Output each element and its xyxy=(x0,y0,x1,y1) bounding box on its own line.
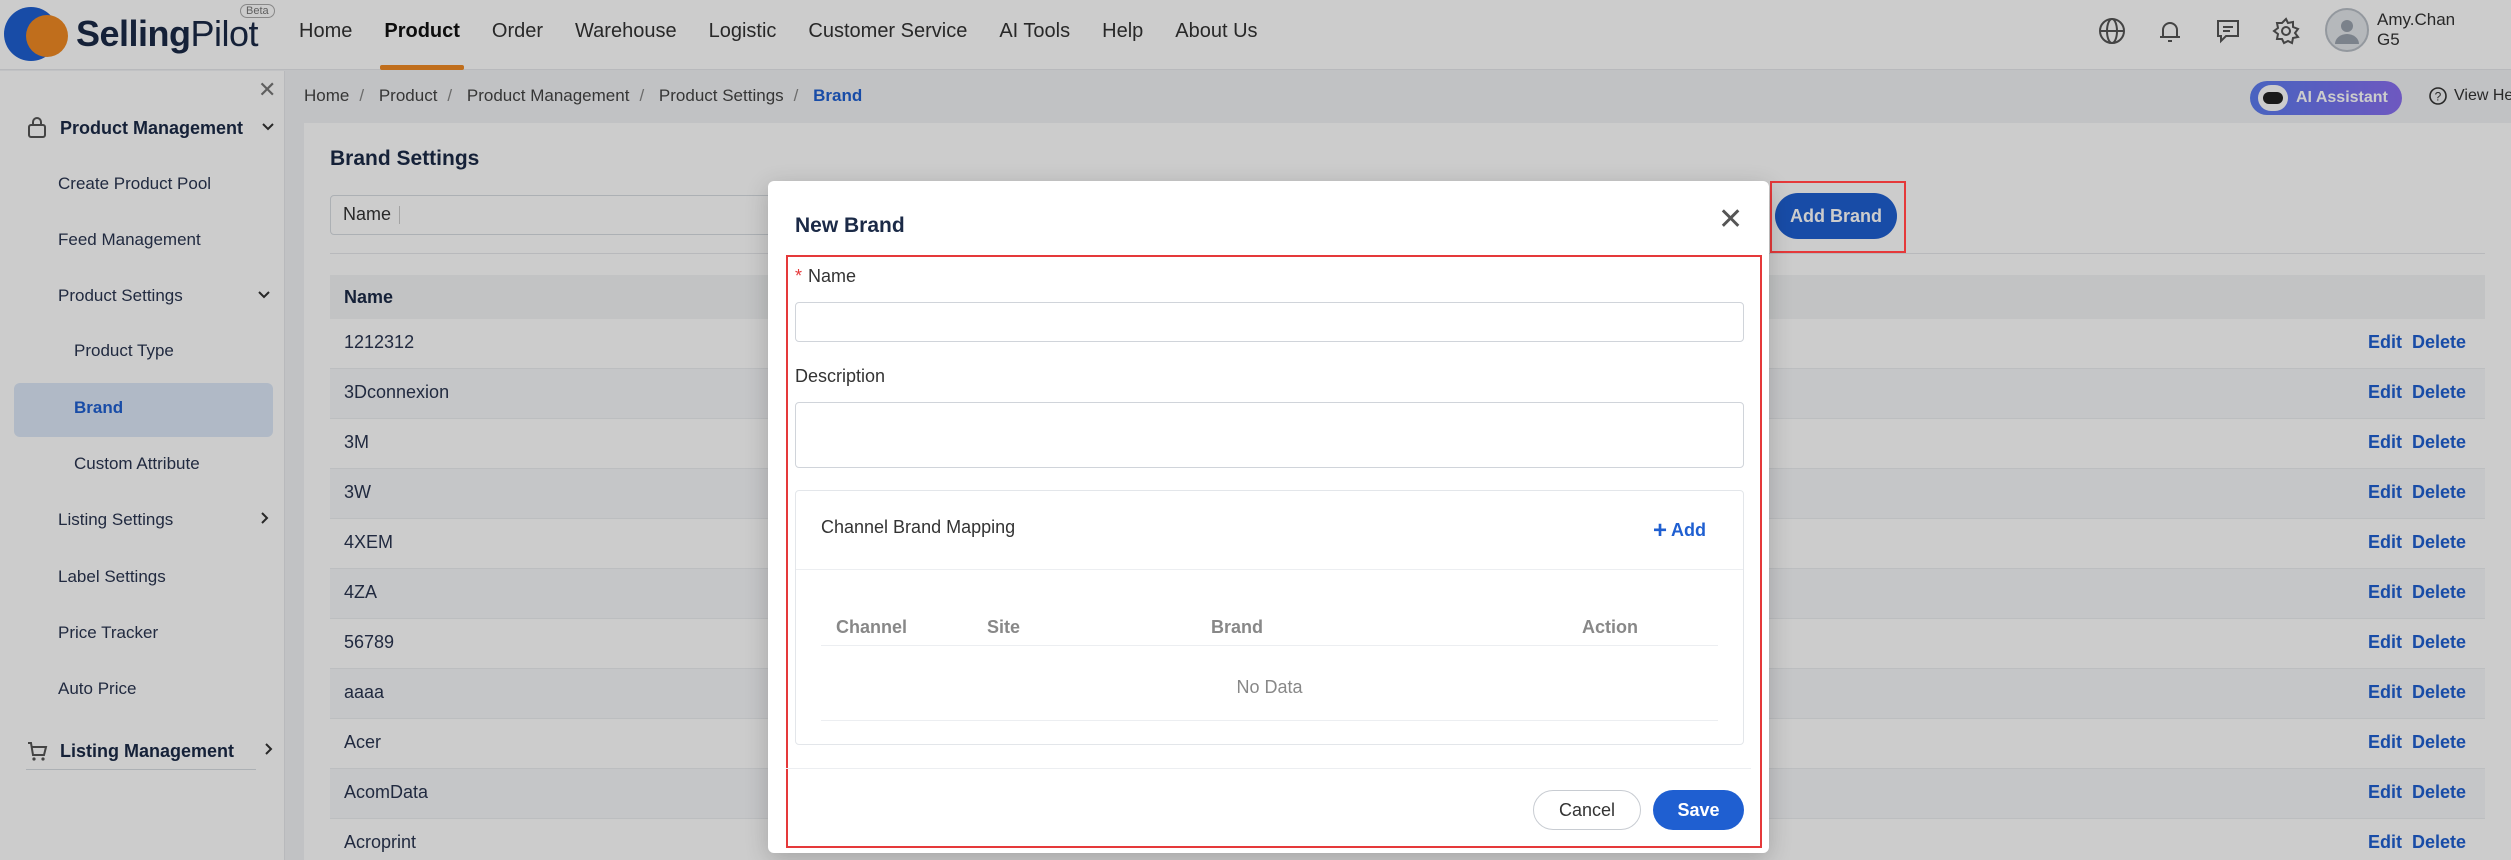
column-site: Site xyxy=(987,617,1021,637)
name-input[interactable] xyxy=(795,302,1744,342)
cancel-button[interactable]: Cancel xyxy=(1533,790,1641,830)
channel-brand-mapping-section: Channel Brand Mapping + Add Channel Site … xyxy=(795,490,1744,745)
divider xyxy=(786,768,1751,769)
plus-icon: + xyxy=(1653,517,1668,544)
new-brand-modal: New Brand ✕ * Name Description Channel Br… xyxy=(768,181,1769,853)
add-mapping-button[interactable]: + Add xyxy=(1653,517,1706,545)
column-channel: Channel xyxy=(836,617,908,637)
empty-state: No Data xyxy=(1236,677,1303,697)
divider xyxy=(821,720,1718,721)
divider xyxy=(821,645,1718,646)
save-button[interactable]: Save xyxy=(1653,790,1744,830)
name-label: * Name xyxy=(795,266,856,287)
mapping-title: Channel Brand Mapping xyxy=(821,517,1016,537)
description-label: Description xyxy=(795,366,886,386)
required-mark: * xyxy=(795,266,803,286)
divider xyxy=(796,569,1743,570)
modal-title: New Brand xyxy=(795,214,905,237)
description-textarea[interactable] xyxy=(795,402,1744,468)
column-action: Action xyxy=(1582,617,1638,637)
add-mapping-label: Add xyxy=(1671,520,1707,540)
column-brand: Brand xyxy=(1211,617,1264,637)
name-label-text: Name xyxy=(808,266,857,286)
highlight-box-add-brand xyxy=(1770,181,1906,253)
close-icon[interactable]: ✕ xyxy=(1718,205,1743,235)
